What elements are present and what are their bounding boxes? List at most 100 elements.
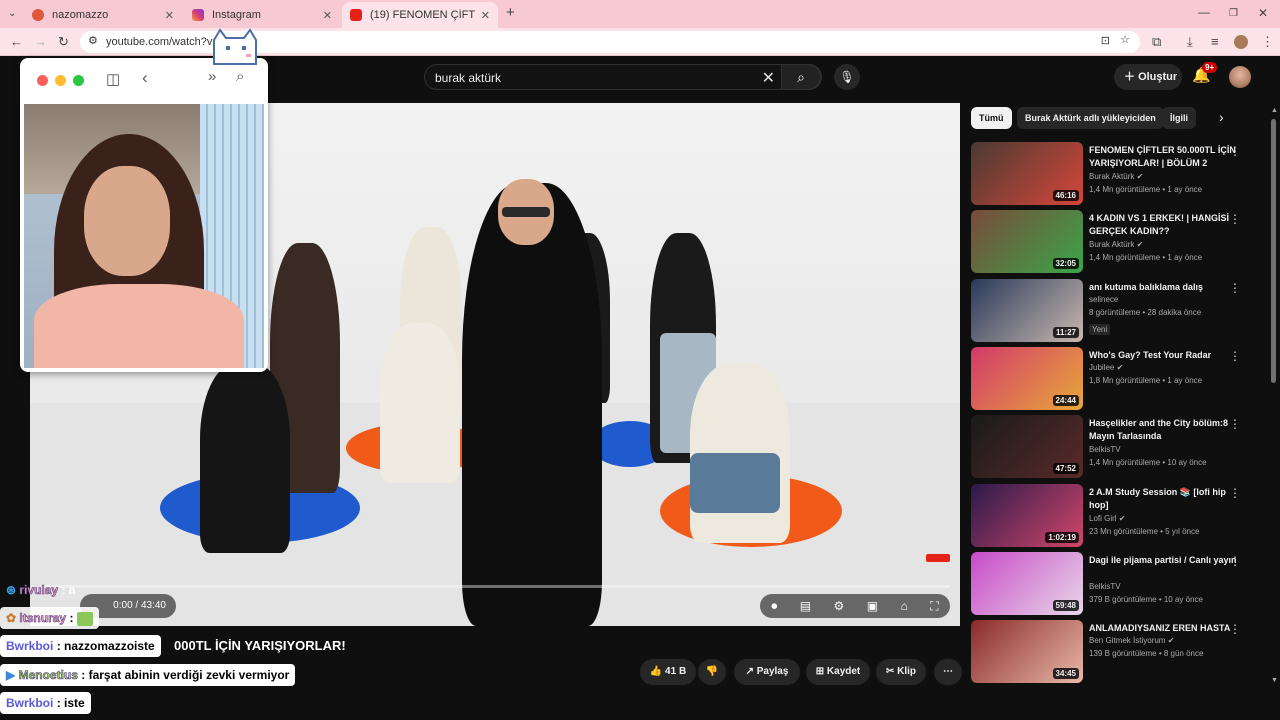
clip-button[interactable]: ✂ Klip xyxy=(876,659,926,685)
search-icon[interactable]: ⌕ xyxy=(236,68,244,85)
channel-name[interactable]: Jubilee ✔ xyxy=(1089,363,1123,372)
install-app-icon[interactable]: ⊡ xyxy=(1101,34,1110,48)
recommendation-title[interactable]: 2 A.M Study Session 📚 [lofi hip hop] xyxy=(1089,486,1239,512)
sidebar-toggle-icon[interactable]: ◫ xyxy=(106,70,120,88)
more-options-icon[interactable]: ⋮ xyxy=(1229,349,1241,363)
recommendation-item[interactable]: 34:45 ANLAMADIYSANIZ EREN HASTA Ben Gitm… xyxy=(971,620,1261,683)
recommendation-title[interactable]: 4 KADIN VS 1 ERKEK! | HANGİSİ GERÇEK KAD… xyxy=(1089,212,1239,238)
create-button[interactable]: ＋ Oluştur xyxy=(1114,64,1182,90)
recommendation-item[interactable]: 46:16 FENOMEN ÇİFTLER 50.000TL İÇİN YARI… xyxy=(971,142,1261,205)
save-button[interactable]: ⊞ Kaydet xyxy=(806,659,870,685)
channel-name[interactable]: Ben Gitmek İstiyorum ✔ xyxy=(1089,636,1174,645)
like-button[interactable]: 👍 41 B xyxy=(640,659,696,685)
search-box[interactable]: burak aktürk ✕ ⌕ xyxy=(424,64,822,90)
more-options-icon[interactable]: ⋮ xyxy=(1229,144,1241,158)
view-meta: 379 B görüntüleme • 10 ay önce xyxy=(1089,595,1203,604)
back-arrow-icon[interactable]: ← xyxy=(10,34,23,50)
extensions-icon[interactable]: ⧉ xyxy=(1152,34,1161,50)
video-progress-bar[interactable] xyxy=(40,585,950,588)
more-chevron-icon[interactable]: » xyxy=(208,68,216,85)
search-input[interactable]: burak aktürk xyxy=(435,71,501,85)
chips-next-chevron-icon[interactable]: › xyxy=(1219,109,1224,125)
recommendation-title[interactable]: Who's Gay? Test Your Radar xyxy=(1089,349,1239,362)
tab-list-chevron-icon[interactable]: ⌄ xyxy=(8,6,16,22)
video-thumbnail[interactable]: 1:02:19 xyxy=(971,484,1083,547)
recommendation-item[interactable]: 32:05 4 KADIN VS 1 ERKEK! | HANGİSİ GERÇ… xyxy=(971,210,1261,273)
more-options-icon[interactable]: ⋮ xyxy=(1229,212,1241,226)
close-tab-icon[interactable]: ✕ xyxy=(165,9,174,22)
account-avatar[interactable] xyxy=(1229,66,1251,88)
dislike-button[interactable]: 👎 xyxy=(698,659,726,685)
tab-youtube[interactable]: (19) FENOMEN ÇİFTLER 50.000TL ✕ xyxy=(342,2,498,28)
chip-related[interactable]: İlgili xyxy=(1162,107,1196,129)
video-thumbnail[interactable]: 46:16 xyxy=(971,142,1083,205)
reload-icon[interactable]: ↻ xyxy=(58,34,69,50)
scroll-down-arrow-icon[interactable]: ▼ xyxy=(1271,677,1278,684)
share-button[interactable]: ↗ Paylaş xyxy=(734,659,800,685)
more-options-icon[interactable]: ⋮ xyxy=(1229,554,1241,568)
video-duration: 1:02:19 xyxy=(1045,532,1079,543)
scroll-up-arrow-icon[interactable]: ▲ xyxy=(1271,107,1278,114)
bookmark-star-icon[interactable]: ☆ xyxy=(1120,33,1130,47)
minimize-window-dot[interactable] xyxy=(55,75,66,86)
recommendation-item[interactable]: 47:52 Hasçelikler and the City bölüm:8 M… xyxy=(971,415,1261,478)
chip-from-uploader[interactable]: Burak Aktürk adlı yükleyiciden xyxy=(1017,107,1164,129)
recommendation-item[interactable]: 24:44 Who's Gay? Test Your Radar Jubilee… xyxy=(971,347,1261,410)
site-info-icon[interactable]: ⚙ xyxy=(88,34,98,48)
channel-name[interactable]: Lofi Girl ✔ xyxy=(1089,514,1126,523)
channel-name[interactable]: BelkisTV xyxy=(1089,445,1121,454)
search-icon[interactable]: ⌕ xyxy=(781,64,821,90)
more-options-icon[interactable]: ⋮ xyxy=(1229,622,1241,636)
sidebar-scrollbar[interactable] xyxy=(1271,119,1276,383)
minimize-button[interactable]: — xyxy=(1198,4,1210,20)
close-tab-icon[interactable]: ✕ xyxy=(323,9,332,22)
zoom-window-dot[interactable] xyxy=(73,75,84,86)
forward-arrow-icon[interactable]: → xyxy=(34,34,47,50)
fullscreen-icon[interactable]: ⛶ xyxy=(930,599,938,614)
media-control-icon[interactable]: ≡ xyxy=(1211,34,1219,50)
video-thumbnail[interactable]: 47:52 xyxy=(971,415,1083,478)
recommendation-title[interactable]: Dagi ile pijama partisi / Canlı yayın xyxy=(1089,554,1239,567)
back-chevron-icon[interactable]: ‹ xyxy=(142,68,148,88)
video-thumbnail[interactable]: 34:45 xyxy=(971,620,1083,683)
recommendation-item[interactable]: 59:48 Dagi ile pijama partisi / Canlı ya… xyxy=(971,552,1261,615)
video-thumbnail[interactable]: 59:48 xyxy=(971,552,1083,615)
cast-icon[interactable]: ⌂ xyxy=(901,599,908,613)
settings-gear-icon[interactable]: ⚙ xyxy=(834,599,845,613)
video-thumbnail[interactable]: 11:27 xyxy=(971,279,1083,342)
recommendation-title[interactable]: FENOMEN ÇİFTLER 50.000TL İÇİN YARIŞIYORL… xyxy=(1089,144,1239,170)
channel-name[interactable]: Burak Aktürk ✔ xyxy=(1089,240,1143,249)
restore-button[interactable]: ❐ xyxy=(1229,6,1238,22)
video-thumbnail[interactable]: 24:44 xyxy=(971,347,1083,410)
subtitles-icon[interactable]: ▤ xyxy=(800,599,811,613)
voice-search-mic-icon[interactable]: 🎙 xyxy=(834,64,860,90)
download-icon[interactable]: ⤓ xyxy=(1187,34,1193,50)
close-window-dot[interactable] xyxy=(37,75,48,86)
more-actions-button[interactable]: ⋯ xyxy=(934,659,962,685)
video-thumbnail[interactable]: 32:05 xyxy=(971,210,1083,273)
miniplayer-icon[interactable]: ▣ xyxy=(867,599,878,613)
close-tab-icon[interactable]: ✕ xyxy=(481,9,490,22)
more-options-icon[interactable]: ⋮ xyxy=(1229,417,1241,431)
recommendation-item[interactable]: 1:02:19 2 A.M Study Session 📚 [lofi hip … xyxy=(971,484,1261,547)
recommendation-title[interactable]: anı kutuma balıklama dalış xyxy=(1089,281,1239,294)
new-tab-button[interactable]: + xyxy=(506,5,515,21)
more-options-icon[interactable]: ⋮ xyxy=(1229,486,1241,500)
clear-search-icon[interactable]: ✕ xyxy=(762,68,775,88)
notifications-bell-icon[interactable]: 🔔 9+ xyxy=(1192,62,1218,84)
more-options-icon[interactable]: ⋮ xyxy=(1229,281,1241,295)
recommendation-title[interactable]: Hasçelikler and the City bölüm:8 Mayın T… xyxy=(1089,417,1239,443)
channel-name[interactable]: BelkisTV xyxy=(1089,582,1121,591)
chip-all[interactable]: Tümü xyxy=(971,107,1012,129)
autoplay-toggle-icon[interactable]: ⏺ xyxy=(771,599,777,614)
profile-avatar[interactable] xyxy=(1234,35,1248,49)
close-window-button[interactable]: ✕ xyxy=(1258,5,1268,21)
share-label: Paylaş xyxy=(756,666,789,677)
channel-name[interactable]: Burak Aktürk ✔ xyxy=(1089,172,1143,181)
tab-instagram[interactable]: Instagram ✕ xyxy=(184,2,340,28)
browser-menu-icon[interactable]: ⋮ xyxy=(1261,34,1274,50)
channel-name[interactable]: selinece xyxy=(1089,295,1118,304)
recommendation-item[interactable]: 11:27 anı kutuma balıklama dalış selinec… xyxy=(971,279,1261,342)
tab-nazomazzo[interactable]: nazomazzo ✕ xyxy=(24,2,182,28)
recommendation-title[interactable]: ANLAMADIYSANIZ EREN HASTA xyxy=(1089,622,1239,635)
